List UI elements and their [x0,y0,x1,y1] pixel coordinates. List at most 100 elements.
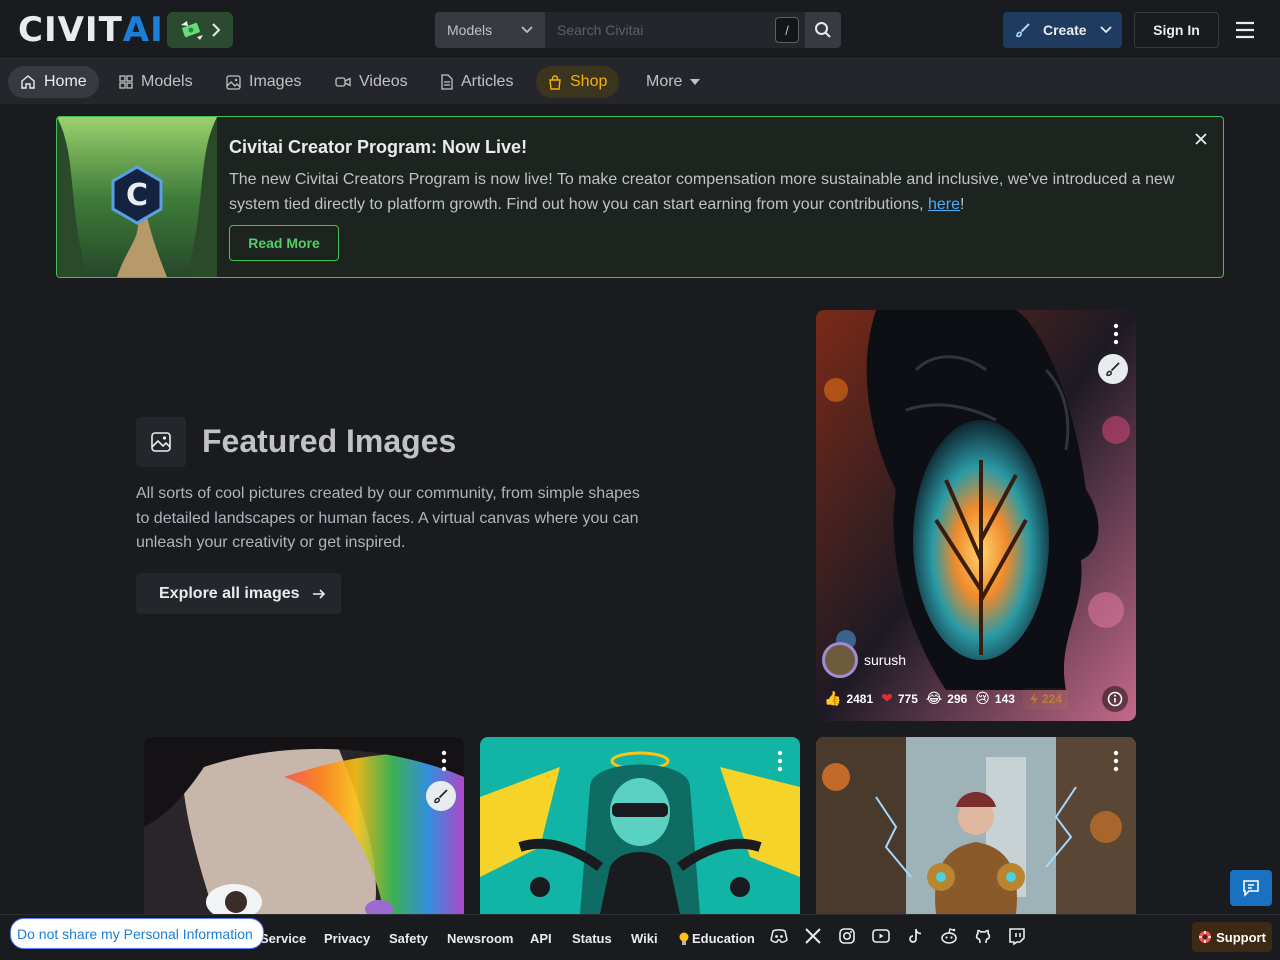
footer-link-education[interactable]: Education [678,931,755,946]
remix-button[interactable] [1098,354,1128,384]
photo-icon [226,74,241,90]
banner-here-link[interactable]: here [928,196,960,213]
search-type-value: Models [447,22,493,38]
twitch-icon[interactable] [1007,926,1027,946]
card-menu-icon[interactable] [1112,322,1120,346]
video-icon [335,77,351,87]
card-menu-icon[interactable] [776,749,784,773]
tip-buzz-button[interactable]: 224 [1022,688,1068,710]
remix-button[interactable] [426,781,456,811]
top-header: CIVITAI Models / Creat [0,0,1280,59]
cry-count: 143 [994,692,1015,706]
main-nav: Home Models Images Videos Articles Shop … [0,59,1280,104]
image-card[interactable] [816,737,1136,914]
card-menu-icon[interactable] [1112,749,1120,773]
image-info-button[interactable] [1102,686,1128,712]
tiktok-icon[interactable] [905,926,925,946]
heart-icon: ❤ [881,691,893,707]
avatar [822,642,858,678]
support-button[interactable]: Support [1192,922,1272,952]
footer-link-api[interactable]: API [530,931,552,946]
shopping-bag-icon [549,74,561,90]
youtube-icon[interactable] [871,926,891,946]
nav-videos[interactable]: Videos [323,66,420,98]
reddit-icon[interactable] [939,926,959,946]
promo-button[interactable] [167,12,233,48]
logo-text-accent: AI [122,10,164,50]
footer-link-newsroom[interactable]: Newsroom [447,931,513,946]
chat-button[interactable] [1230,870,1272,906]
nav-images-label: Images [249,73,302,90]
search-button[interactable] [805,12,841,48]
reaction-cry[interactable]: 😢 143 [975,691,1015,707]
chevron-right-icon [212,23,221,37]
support-label: Support [1216,929,1266,945]
nav-shop[interactable]: Shop [536,66,620,98]
close-icon[interactable] [1193,131,1209,147]
footer-link-safety[interactable]: Safety [389,931,428,946]
search-type-select[interactable]: Models [435,12,545,48]
nav-articles[interactable]: Articles [428,66,525,98]
card-menu-icon[interactable] [440,749,448,773]
hamburger-menu-button[interactable] [1232,18,1258,42]
nav-models[interactable]: Models [107,66,205,98]
read-more-button[interactable]: Read More [229,225,339,261]
footer-link-privacy[interactable]: Privacy [324,931,370,946]
search-input[interactable] [545,12,805,48]
brush-icon [1016,23,1030,38]
education-label: Education [692,931,755,946]
photo-icon [151,432,171,452]
image-card[interactable] [144,737,464,914]
search-icon [815,22,831,38]
logo-text-main: CIVIT [18,10,123,50]
nav-more[interactable]: More [634,66,712,98]
cry-icon: 😢 [975,691,990,707]
banner-image: C [57,117,217,277]
image-card[interactable] [480,737,800,914]
nav-images[interactable]: Images [214,66,313,98]
instagram-icon[interactable] [837,926,857,946]
nav-shop-label: Shop [570,73,608,90]
money-wings-icon [181,21,203,40]
featured-image-card[interactable]: surush 👍 2481 ❤ 775 😂 296 😢 143 224 [816,310,1136,721]
reaction-heart[interactable]: ❤ 775 [881,691,918,707]
hamburger-icon [1236,21,1254,39]
chevron-down-icon [1100,26,1112,34]
chevron-down-icon [521,26,533,34]
nav-home[interactable]: Home [8,66,99,98]
banner-text-end: ! [960,196,965,213]
x-icon[interactable] [803,926,823,946]
reaction-like[interactable]: 👍 2481 [824,691,873,707]
svg-text:C: C [126,178,148,213]
footer-link-service[interactable]: Service [260,931,306,946]
explore-images-button[interactable]: Explore all images [136,573,341,614]
footer-link-status[interactable]: Status [572,931,612,946]
search-shortcut-key: / [775,17,799,43]
card-image [816,737,1136,914]
grid-icon [119,75,133,89]
create-button[interactable]: Create [1003,12,1122,48]
do-not-share-link[interactable]: Do not share my Personal Information [10,918,264,949]
author-name: surush [864,652,907,668]
footer-link-wiki[interactable]: Wiki [631,931,658,946]
banner-text-body: The new Civitai Creators Program is now … [229,171,1175,213]
featured-description: All sorts of cool pictures created by ou… [136,485,640,551]
featured-images-badge [136,417,186,467]
lightning-icon [1029,693,1038,705]
nav-home-label: Home [44,73,87,90]
discord-icon[interactable] [769,926,789,946]
arrow-right-icon [312,588,325,599]
card-image [144,737,464,914]
heart-count: 775 [897,692,918,706]
sign-in-button[interactable]: Sign In [1134,12,1219,48]
nav-models-label: Models [141,73,193,90]
home-icon [21,75,35,89]
github-icon[interactable] [973,926,993,946]
reaction-laugh[interactable]: 😂 296 [926,691,967,707]
card-author[interactable]: surush [822,642,906,678]
laugh-count: 296 [947,692,968,706]
create-label: Create [1043,22,1087,38]
featured-title: Featured Images [202,423,457,459]
civitai-logo[interactable]: CIVIT AI [18,10,164,50]
banner-text: The new Civitai Creators Program is now … [229,167,1189,217]
